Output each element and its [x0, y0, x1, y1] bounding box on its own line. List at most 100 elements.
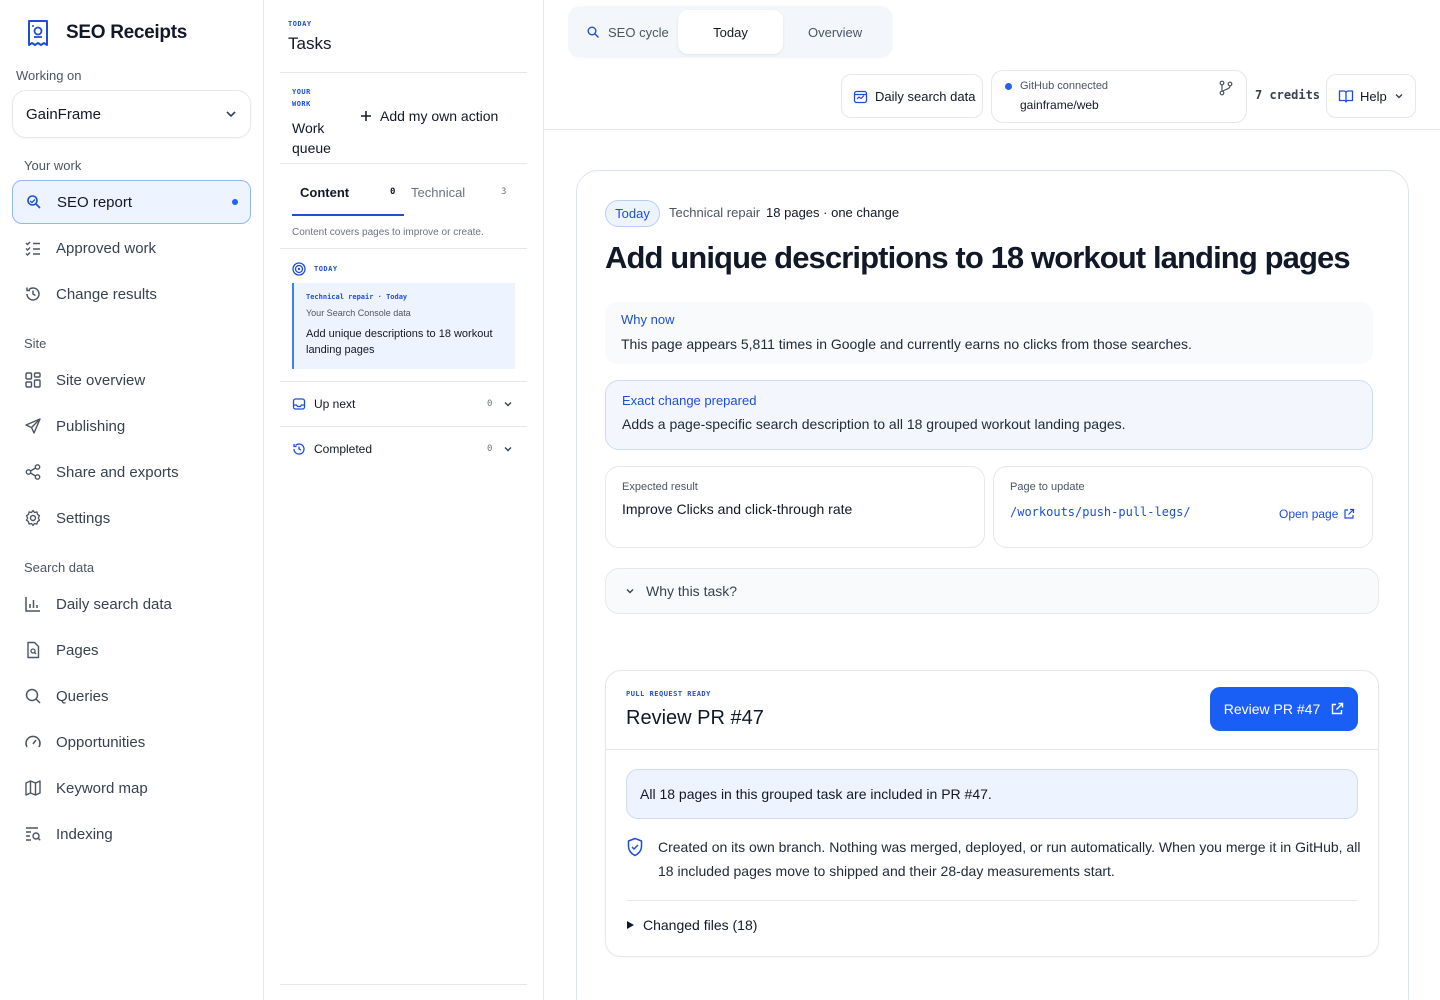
tab-overview[interactable]: Overview	[808, 10, 862, 54]
history-icon	[24, 285, 42, 303]
divider	[280, 248, 527, 249]
task-meta: Technical repair · Today	[306, 293, 408, 301]
tasks-eyebrow: TODAY	[288, 20, 312, 28]
chevron-down-icon	[502, 398, 514, 410]
sidebar-item-opportunities[interactable]: Opportunities	[12, 720, 251, 764]
page-icon	[24, 641, 42, 659]
brand-name: SEO Receipts	[66, 22, 188, 43]
completed-group[interactable]: Completed 0	[292, 434, 516, 464]
sidebar-item-label: Opportunities	[56, 733, 146, 751]
search-icon	[24, 687, 42, 705]
up-next-count: 0	[487, 399, 493, 409]
task-source: Your Search Console data	[306, 308, 411, 318]
tab-today[interactable]: Today	[678, 10, 783, 54]
tasks-title: Tasks	[288, 34, 332, 53]
page-to-update-card: Page to update /workouts/push-pull-legs/…	[993, 466, 1373, 548]
task-meta-row: Technical repair 18 pages · one change	[669, 205, 899, 220]
plus-icon	[360, 110, 372, 122]
help-button[interactable]: Help	[1326, 74, 1416, 118]
chevron-down-icon	[1393, 90, 1405, 102]
credits-count: 7 credits	[1255, 88, 1321, 102]
chevron-down-icon	[224, 107, 238, 121]
pull-request-card: PULL REQUEST READY Review PR #47 Review …	[605, 670, 1379, 957]
brand[interactable]: SEO Receipts	[24, 18, 187, 48]
sidebar-item-seo-report[interactable]: SEO report	[12, 180, 251, 224]
sidebar-item-share-exports[interactable]: Share and exports	[12, 450, 251, 494]
calendar-chart-icon	[853, 89, 868, 104]
daily-button-label: Daily search data	[875, 88, 976, 104]
tab-seo-cycle[interactable]: SEO cycle	[586, 10, 669, 54]
task-scope: 18 pages · one change	[766, 205, 900, 220]
sidebar-item-label: Share and exports	[56, 463, 179, 481]
divider	[626, 900, 1358, 901]
sidebar: SEO Receipts Working on GainFrame Your w…	[0, 0, 264, 1000]
tab-label: Content	[300, 185, 350, 200]
divider	[606, 749, 1378, 750]
sidebar-item-label: Daily search data	[56, 595, 172, 613]
project-select[interactable]: GainFrame	[12, 90, 251, 138]
up-next-label: Up next	[314, 397, 356, 411]
book-icon	[1338, 88, 1354, 104]
divider	[280, 381, 527, 382]
sidebar-item-label: Change results	[56, 285, 157, 303]
sidebar-item-label: SEO report	[57, 193, 133, 211]
indexing-icon	[24, 825, 42, 843]
topbar-divider	[544, 129, 1440, 130]
expected-result-card: Expected result Improve Clicks and click…	[605, 466, 985, 548]
sidebar-item-change-results[interactable]: Change results	[12, 272, 251, 316]
status-dot	[1005, 83, 1012, 90]
today-pill: Today	[605, 200, 660, 227]
shield-check-icon	[626, 837, 644, 857]
tab-label: SEO cycle	[608, 24, 669, 40]
up-next-group[interactable]: Up next 0	[292, 389, 516, 419]
sidebar-item-queries[interactable]: Queries	[12, 674, 251, 718]
divider	[280, 984, 527, 985]
open-page-label: Open page	[1279, 507, 1339, 521]
view-switcher: SEO cycle Today Overview	[568, 6, 893, 58]
sidebar-item-settings[interactable]: Settings	[12, 496, 251, 540]
external-link-icon	[1343, 508, 1355, 520]
sidebar-item-approved-work[interactable]: Approved work	[12, 226, 251, 270]
sidebar-item-site-overview[interactable]: Site overview	[12, 358, 251, 402]
open-page-link[interactable]: Open page	[1279, 507, 1355, 521]
add-own-action-button[interactable]: Add my own action	[360, 108, 498, 124]
history-icon	[292, 442, 306, 456]
daily-search-data-button[interactable]: Daily search data	[841, 74, 983, 118]
tab-count: 3	[501, 187, 507, 197]
review-pr-button[interactable]: Review PR #47	[1210, 687, 1358, 731]
seo-cycle-icon	[586, 25, 600, 39]
section-site: Site	[24, 336, 47, 351]
working-on-label: Working on	[16, 68, 82, 83]
github-connection[interactable]: GitHub connected gainframe/web	[991, 70, 1247, 123]
section-search-data: Search data	[24, 560, 95, 575]
tab-content[interactable]: Content 0	[292, 178, 404, 216]
task-title: Add unique descriptions to 18 workout la…	[306, 328, 493, 356]
map-icon	[24, 779, 42, 797]
sidebar-item-daily-search-data[interactable]: Daily search data	[12, 582, 251, 626]
sidebar-item-label: Publishing	[56, 417, 126, 435]
tab-label: Overview	[808, 24, 863, 40]
completed-count: 0	[487, 444, 493, 454]
sidebar-item-publishing[interactable]: Publishing	[12, 404, 251, 448]
task-card[interactable]: Technical repair · Today Your Search Con…	[292, 283, 515, 369]
why-this-task-toggle[interactable]: Why this task?	[605, 568, 1379, 614]
why-this-task-label: Why this task?	[646, 583, 738, 599]
expected-result-value: Improve Clicks and click-through rate	[622, 501, 853, 517]
why-now-text: This page appears 5,811 times in Google …	[621, 336, 1192, 352]
changed-files-toggle[interactable]: Changed files (18)	[626, 917, 757, 933]
share-icon	[24, 463, 42, 481]
work-queue-heading: YOUR WORK Work queue	[292, 86, 352, 158]
sidebar-item-keyword-map[interactable]: Keyword map	[12, 766, 251, 810]
divider	[280, 163, 527, 164]
today-group-header: TODAY	[292, 262, 338, 276]
divider	[280, 72, 527, 73]
sidebar-item-indexing[interactable]: Indexing	[12, 812, 251, 856]
seo-cycle-icon	[25, 193, 43, 211]
sidebar-item-pages[interactable]: Pages	[12, 628, 251, 672]
included-pages-note: All 18 pages in this grouped task are in…	[626, 769, 1358, 819]
sidebar-item-label: Settings	[56, 509, 111, 527]
section-your-work: Your work	[24, 158, 82, 173]
github-repo: gainframe/web	[1020, 98, 1099, 112]
sidebar-item-label: Site overview	[56, 371, 146, 389]
checklist-icon	[24, 239, 42, 257]
